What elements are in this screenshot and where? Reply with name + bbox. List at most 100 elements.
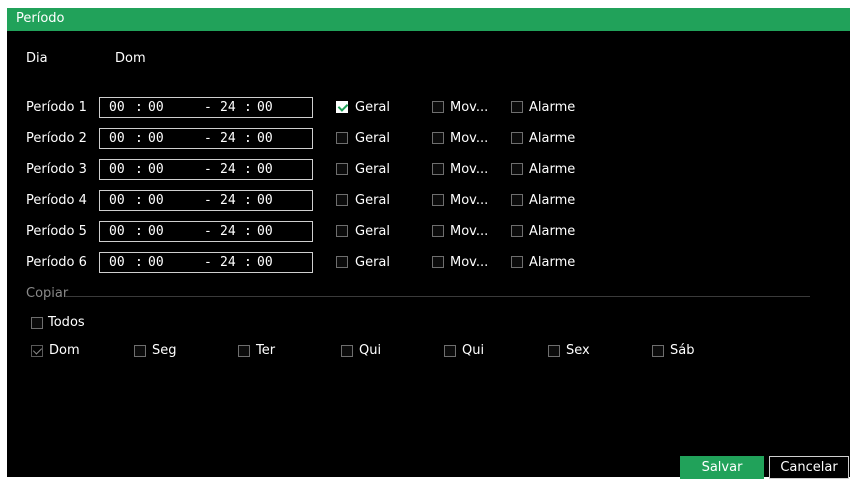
alarme-label: Alarme — [529, 193, 576, 208]
mov-label: Mov... — [450, 224, 489, 239]
period-time-range-input[interactable]: 00:00-24:00 — [99, 190, 313, 211]
cancel-button[interactable]: Cancelar — [769, 456, 849, 479]
time-end-sep: : — [244, 131, 252, 146]
alarme-checkbox[interactable] — [511, 225, 523, 237]
time-end-minute[interactable]: 00 — [257, 131, 273, 146]
time-start-hour[interactable]: 00 — [109, 131, 125, 146]
time-end-sep: : — [244, 255, 252, 270]
mov-label: Mov... — [450, 100, 489, 115]
time-end-hour[interactable]: 24 — [220, 100, 236, 115]
geral-checkbox[interactable] — [336, 256, 348, 268]
time-start-hour[interactable]: 00 — [109, 162, 125, 177]
time-start-minute[interactable]: 00 — [148, 255, 164, 270]
copy-label: Copiar — [26, 286, 69, 301]
time-start-hour[interactable]: 00 — [109, 193, 125, 208]
period-time-range-input[interactable]: 00:00-24:00 — [99, 97, 313, 118]
alarme-label: Alarme — [529, 100, 576, 115]
time-end-minute[interactable]: 00 — [257, 100, 273, 115]
copy-divider — [65, 296, 810, 297]
time-end-minute[interactable]: 00 — [257, 224, 273, 239]
copy-day-label: Sáb — [670, 343, 695, 358]
dialog-title: Período — [16, 11, 65, 26]
time-end-sep: : — [244, 162, 252, 177]
geral-checkbox[interactable] — [336, 163, 348, 175]
copy-day-label: Qui — [359, 343, 382, 358]
period-label: Período 1 — [26, 100, 87, 115]
period-label: Período 5 — [26, 224, 87, 239]
period-time-range-input[interactable]: 00:00-24:00 — [99, 252, 313, 273]
alarme-checkbox[interactable] — [511, 132, 523, 144]
time-start-sep: : — [135, 162, 143, 177]
time-end-minute[interactable]: 00 — [257, 255, 273, 270]
copy-day-checkbox[interactable] — [341, 345, 353, 357]
time-end-hour[interactable]: 24 — [220, 255, 236, 270]
copy-day-label: Qui — [462, 343, 485, 358]
geral-checkbox[interactable] — [336, 132, 348, 144]
time-start-minute[interactable]: 00 — [148, 100, 164, 115]
geral-label: Geral — [355, 131, 390, 146]
time-end-hour[interactable]: 24 — [220, 131, 236, 146]
mov-checkbox[interactable] — [432, 101, 444, 113]
time-start-minute[interactable]: 00 — [148, 193, 164, 208]
geral-label: Geral — [355, 193, 390, 208]
geral-checkbox[interactable] — [336, 225, 348, 237]
time-start-minute[interactable]: 00 — [148, 131, 164, 146]
time-end-hour[interactable]: 24 — [220, 193, 236, 208]
copy-day-checkbox[interactable] — [444, 345, 456, 357]
copy-day-checkbox[interactable] — [548, 345, 560, 357]
period-label: Período 3 — [26, 162, 87, 177]
alarme-checkbox[interactable] — [511, 163, 523, 175]
geral-label: Geral — [355, 255, 390, 270]
day-value: Dom — [115, 51, 146, 66]
period-time-range-input[interactable]: 00:00-24:00 — [99, 159, 313, 180]
time-range-sep: - — [204, 162, 212, 177]
mov-checkbox[interactable] — [432, 194, 444, 206]
alarme-label: Alarme — [529, 224, 576, 239]
time-end-hour[interactable]: 24 — [220, 224, 236, 239]
time-start-sep: : — [135, 193, 143, 208]
geral-checkbox[interactable] — [336, 101, 348, 113]
period-time-range-input[interactable]: 00:00-24:00 — [99, 221, 313, 242]
time-end-minute[interactable]: 00 — [257, 193, 273, 208]
alarme-checkbox[interactable] — [511, 256, 523, 268]
period-label: Período 2 — [26, 131, 87, 146]
alarme-label: Alarme — [529, 162, 576, 177]
time-start-minute[interactable]: 00 — [148, 224, 164, 239]
time-end-hour[interactable]: 24 — [220, 162, 236, 177]
copy-all-checkbox[interactable] — [31, 317, 43, 329]
mov-label: Mov... — [450, 131, 489, 146]
mov-checkbox[interactable] — [432, 163, 444, 175]
time-start-hour[interactable]: 00 — [109, 100, 125, 115]
title-bar: Período — [7, 8, 850, 31]
geral-label: Geral — [355, 100, 390, 115]
geral-label: Geral — [355, 224, 390, 239]
time-start-minute[interactable]: 00 — [148, 162, 164, 177]
time-start-hour[interactable]: 00 — [109, 224, 125, 239]
copy-day-label: Sex — [566, 343, 590, 358]
copy-day-checkbox[interactable] — [31, 345, 43, 357]
period-label: Período 6 — [26, 255, 87, 270]
time-range-sep: - — [204, 100, 212, 115]
copy-day-checkbox[interactable] — [238, 345, 250, 357]
time-start-sep: : — [135, 255, 143, 270]
time-end-minute[interactable]: 00 — [257, 162, 273, 177]
time-start-hour[interactable]: 00 — [109, 255, 125, 270]
save-button[interactable]: Salvar — [680, 456, 764, 479]
day-label: Dia — [26, 51, 48, 66]
copy-day-label: Seg — [152, 343, 177, 358]
geral-checkbox[interactable] — [336, 194, 348, 206]
mov-checkbox[interactable] — [432, 132, 444, 144]
mov-checkbox[interactable] — [432, 256, 444, 268]
time-range-sep: - — [204, 224, 212, 239]
geral-label: Geral — [355, 162, 390, 177]
mov-label: Mov... — [450, 162, 489, 177]
period-time-range-input[interactable]: 00:00-24:00 — [99, 128, 313, 149]
copy-day-checkbox[interactable] — [134, 345, 146, 357]
copy-day-checkbox[interactable] — [652, 345, 664, 357]
alarme-checkbox[interactable] — [511, 101, 523, 113]
alarme-checkbox[interactable] — [511, 194, 523, 206]
time-end-sep: : — [244, 193, 252, 208]
mov-label: Mov... — [450, 193, 489, 208]
mov-checkbox[interactable] — [432, 225, 444, 237]
time-range-sep: - — [204, 131, 212, 146]
